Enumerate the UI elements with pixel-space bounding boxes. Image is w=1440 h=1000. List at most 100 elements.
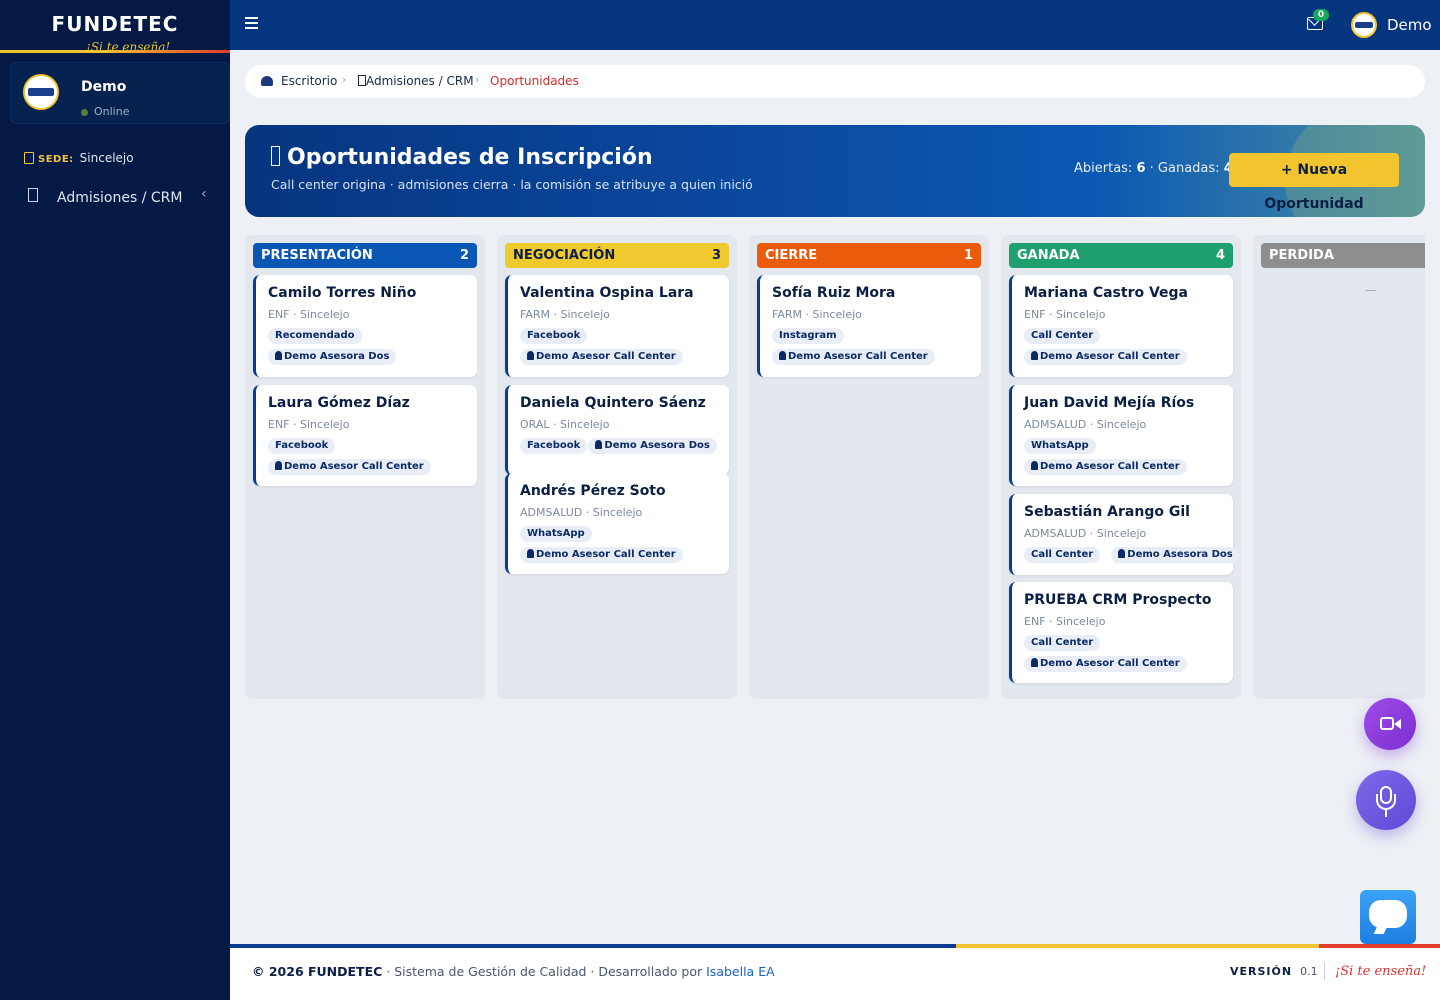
footer-credits: © 2026 FUNDETEC · Sistema de Gestión de … (252, 964, 775, 979)
source-tag: WhatsApp (520, 526, 592, 542)
opportunity-card[interactable]: Camilo Torres Niño ENF · Sincelejo Recomen… (253, 275, 477, 377)
column-title: GANADA (1017, 248, 1080, 263)
program-campus: ADMSALUD · Sincelejo (1024, 527, 1147, 540)
user-icon (595, 440, 603, 449)
chat-button[interactable] (1360, 890, 1416, 944)
advisor-tag: Demo Asesora Dos (1111, 547, 1240, 563)
kanban-column: NEGOCIACIÓN 3 Valentina Ospina Lara FARM · … (497, 235, 737, 699)
breadcrumb-current: Oportunidades (490, 74, 579, 88)
new-opportunity-button[interactable]: + Nueva Oportunidad (1229, 153, 1399, 212)
opportunity-card[interactable]: Valentina Ospina Lara FARM · Sincelejo Fac… (505, 275, 729, 377)
column-header: NEGOCIACIÓN 3 (505, 243, 729, 268)
source-tag: Call Center (1024, 328, 1101, 344)
sidebar: FUNDETEC ¡Si te enseña! Demo Online SEDE… (0, 0, 230, 1000)
prospect-name: Valentina Ospina Lara (520, 285, 694, 301)
crm-icon (358, 75, 366, 86)
advisor-tag: Demo Asesor Call Center (1024, 656, 1187, 672)
advisor-tag: Demo Asesor Call Center (1024, 459, 1187, 475)
dashboard-icon (261, 76, 273, 86)
advisor-tag: Demo Asesor Call Center (1024, 349, 1187, 365)
advisor-tag: Demo Asesor Call Center (772, 349, 935, 365)
user-icon (275, 461, 282, 470)
breadcrumb-separator: › (475, 73, 480, 86)
page-title: Oportunidades de Inscripción (271, 145, 653, 170)
page-subtitle: Call center origina · admisiones cierra … (271, 177, 753, 192)
advisor-tag: Demo Asesora Dos (588, 438, 717, 454)
opportunity-card[interactable]: Mariana Castro Vega ENF · Sincelejo Call C… (1009, 275, 1233, 377)
building-icon (24, 152, 34, 164)
funnel-icon (271, 146, 280, 166)
voice-assistant-button[interactable] (1356, 770, 1416, 830)
chevron-left-icon: ‹ (201, 186, 207, 202)
sidebar-item-label: Admisiones / CRM (57, 190, 183, 206)
open-count: 6 (1136, 161, 1146, 176)
opportunity-card[interactable]: Daniela Quintero Sáenz ORAL · Sincelejo Fa… (505, 385, 729, 475)
opportunity-card[interactable]: Andrés Pérez Soto ADMSALUD · Sincelejo Wha… (505, 473, 729, 574)
program-campus: ENF · Sincelejo (268, 308, 350, 321)
prospect-name: Daniela Quintero Sáenz (520, 395, 706, 411)
column-header: PERDIDA (1261, 243, 1425, 268)
kanban-board: PRESENTACIÓN 2 Camilo Torres Niño ENF · Sin… (245, 235, 1425, 699)
footer-version: VERSIÓN 0.1 (1230, 965, 1318, 978)
sede-indicator: SEDE: Sincelejo (24, 151, 134, 165)
footer: © 2026 FUNDETEC · Sistema de Gestión de … (230, 944, 1440, 1000)
advisor-tag: Demo Asesor Call Center (520, 349, 683, 365)
crm-icon (28, 188, 38, 202)
kanban-column: CIERRE 1 Sofía Ruiz Mora FARM · Sincelejo In… (749, 235, 989, 699)
opportunity-card[interactable]: Juan David Mejía Ríos ADMSALUD · Sincelej… (1009, 385, 1233, 486)
developer-link[interactable]: Isabella EA (706, 964, 775, 979)
source-tag: Call Center (1024, 635, 1101, 651)
brand-logo[interactable]: FUNDETEC ¡Si te enseña! (0, 0, 230, 50)
user-icon (527, 351, 534, 360)
program-campus: ADMSALUD · Sincelejo (520, 506, 643, 519)
opportunity-card[interactable]: Sebastián Arango Gil ADMSALUD · Sincelejo… (1009, 494, 1240, 575)
empty-column-placeholder: — (1365, 283, 1377, 297)
column-title: PERDIDA (1269, 248, 1334, 263)
opportunity-card[interactable]: Sofía Ruiz Mora FARM · Sincelejo Instagram… (757, 275, 981, 377)
column-count: 2 (459, 248, 469, 263)
top-navbar: 0 Demo (230, 0, 1440, 50)
header-avatar[interactable] (1351, 12, 1377, 38)
prospect-name: Mariana Castro Vega (1024, 285, 1188, 301)
brand-name: FUNDETEC (51, 12, 179, 36)
brand-divider (0, 50, 230, 53)
prospect-name: Andrés Pérez Soto (520, 483, 666, 499)
column-count: 4 (1215, 248, 1225, 263)
user-icon (779, 351, 786, 360)
kanban-column: PERDIDA — (1253, 235, 1425, 699)
prospect-name: PRUEBA CRM Prospecto (1024, 592, 1212, 608)
video-call-button[interactable] (1364, 698, 1416, 750)
opportunity-card[interactable]: PRUEBA CRM Prospecto ENF · Sincelejo Call … (1009, 582, 1233, 683)
breadcrumb-admisiones[interactable]: Admisiones / CRM (366, 74, 474, 88)
program-campus: ENF · Sincelejo (268, 418, 350, 431)
sidebar-item-admisiones-crm[interactable]: Admisiones / CRM ‹ (0, 184, 230, 212)
program-campus: ORAL · Sincelejo (520, 418, 610, 431)
source-tag: Facebook (520, 328, 588, 344)
column-title: CIERRE (765, 248, 818, 263)
advisor-tag: Demo Asesora Dos (268, 349, 397, 365)
source-tag: Recomendado (268, 328, 362, 344)
program-campus: ENF · Sincelejo (1024, 308, 1106, 321)
page-hero: Oportunidades de Inscripción Call center… (245, 125, 1425, 217)
user-status: Online (81, 105, 129, 118)
prospect-name: Sebastián Arango Gil (1024, 504, 1190, 520)
user-icon (1031, 351, 1038, 360)
source-tag: Instagram (772, 328, 844, 344)
user-panel[interactable]: Demo Online (10, 62, 230, 124)
header-user-name[interactable]: Demo (1387, 16, 1432, 34)
kanban-column: GANADA 4 Mariana Castro Vega ENF · Sincelej… (1001, 235, 1241, 699)
column-title: PRESENTACIÓN (261, 248, 373, 263)
sede-label: SEDE: (38, 154, 74, 165)
footer-color-bar (230, 944, 1440, 948)
prospect-name: Juan David Mejía Ríos (1024, 395, 1195, 411)
user-icon (1031, 461, 1038, 470)
breadcrumb-separator: › (342, 73, 347, 86)
column-count: 3 (711, 248, 721, 263)
breadcrumb-escritorio[interactable]: Escritorio (281, 74, 337, 88)
hamburger-icon[interactable] (245, 17, 258, 29)
program-campus: FARM · Sincelejo (520, 308, 610, 321)
opportunity-card[interactable]: Laura Gómez Díaz ENF · Sincelejo Facebook D… (253, 385, 477, 486)
sede-value: Sincelejo (79, 151, 134, 165)
source-tag: WhatsApp (1024, 438, 1096, 454)
prospect-name: Laura Gómez Díaz (268, 395, 410, 411)
